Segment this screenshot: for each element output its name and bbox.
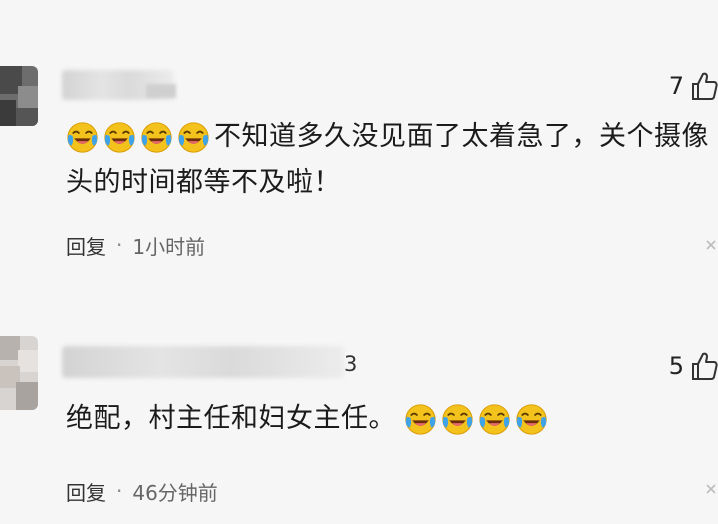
comment-text-line-1: 不知道多久没见面了太着急了，关个摄像 [214,121,709,152]
like-count: 7 [668,72,684,100]
comment-text-line-1: 绝配，村主任和妇女主任。 [66,403,396,434]
crying-laughing-emoji-icon [67,122,98,153]
comment-text-line: 头的时间都等不及啦！ [66,160,718,206]
comment-time: 1小时前 [132,234,206,259]
comment-item: 3 5 绝配，村主任和妇女主任。 回复 · 46分钟前 [0,330,718,520]
like-group[interactable]: 5 [669,348,718,384]
username-tail: 3 [344,352,358,376]
username-blurred-tail [146,84,176,98]
avatar[interactable] [0,66,38,126]
meta-separator: · [116,479,123,503]
comment-meta: 回复 · 46分钟前 [66,476,218,506]
crying-laughing-emoji-icon [405,404,436,435]
username-blurred[interactable] [62,346,344,378]
comment-text-line-2: 头的时间都等不及啦！ [66,167,341,198]
close-icon[interactable] [704,482,718,496]
like-group[interactable]: 7 [669,68,718,104]
comment-time: 46分钟前 [132,480,218,505]
comment-text-line: 不知道多久没见面了太着急了，关个摄像 [66,114,718,160]
crying-laughing-emoji-icon [479,404,510,435]
crying-laughing-emoji-icon [516,404,547,435]
comment-text: 绝配，村主任和妇女主任。 [66,396,718,442]
close-icon[interactable] [704,238,718,252]
avatar[interactable] [0,336,38,410]
like-count: 5 [668,352,684,380]
crying-laughing-emoji-icon [104,122,135,153]
thumbs-up-icon[interactable] [690,71,718,101]
crying-laughing-emoji-icon [442,404,473,435]
crying-laughing-emoji-icon [141,122,172,153]
crying-laughing-emoji-icon [178,122,209,153]
emoji-group [404,396,552,442]
reply-button[interactable]: 回复 [66,231,106,260]
comment-text-line: 绝配，村主任和妇女主任。 [66,396,718,442]
comment-meta: 回复 · 1小时前 [66,230,205,260]
comment-text: 不知道多久没见面了太着急了，关个摄像 头的时间都等不及啦！ [66,114,718,206]
thumbs-up-icon[interactable] [690,351,718,381]
comment-item: 7 不知道多久没见面了太着急了，关个摄像 头的时间都等不及啦！ 回复 · 1小时… [0,60,718,270]
emoji-group [66,114,214,160]
reply-button[interactable]: 回复 [66,477,106,506]
meta-separator: · [116,233,123,257]
